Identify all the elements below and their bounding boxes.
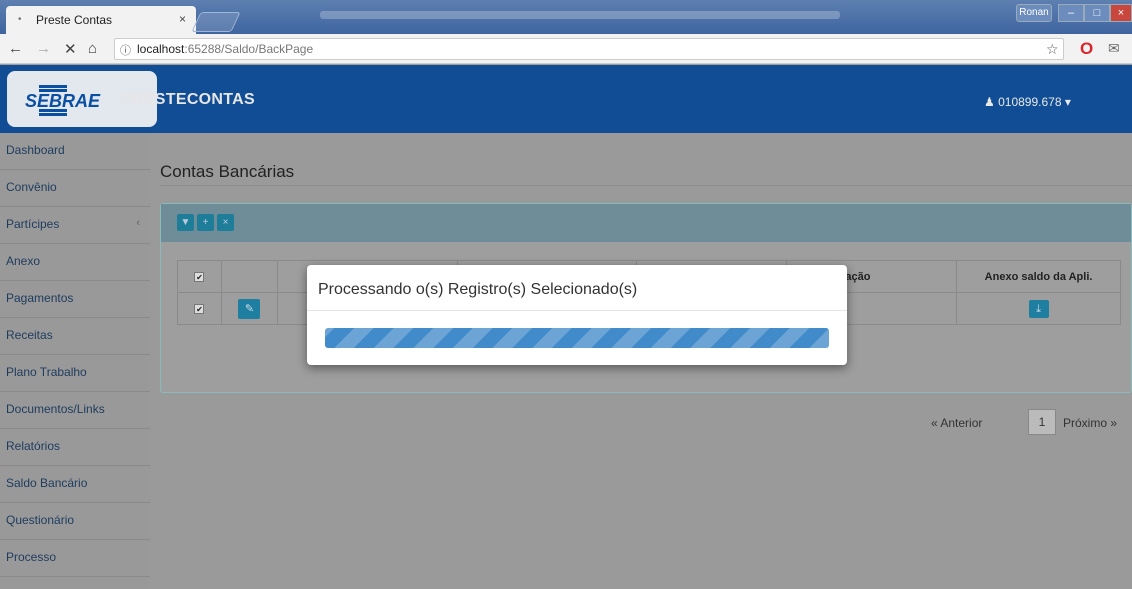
- window-title-blur: [320, 11, 840, 19]
- home-icon[interactable]: ⌂: [88, 40, 97, 57]
- sidebar-item-plano-trabalho[interactable]: Plano Trabalho: [0, 355, 150, 392]
- opera-icon[interactable]: O: [1080, 39, 1093, 59]
- delete-button[interactable]: ×: [217, 214, 234, 231]
- sidebar-item-label: Documentos/Links: [6, 402, 105, 416]
- user-icon: ♟: [984, 95, 995, 109]
- back-icon[interactable]: ←: [8, 40, 23, 57]
- user-name: 010899.678: [998, 95, 1062, 109]
- filter-button[interactable]: ▼: [177, 214, 194, 231]
- browser-tabbar: • Preste Contas × Ronan – □ ×: [0, 0, 1132, 34]
- profile-button[interactable]: Ronan: [1016, 4, 1052, 22]
- times-icon: ×: [222, 217, 229, 228]
- page-favicon-icon: •: [18, 14, 22, 25]
- sidebar-item-label: Saldo Bancário: [6, 476, 88, 490]
- pager-page-1[interactable]: 1: [1028, 409, 1056, 435]
- anexo-cell: ⤓: [956, 292, 1121, 325]
- pencil-icon: ✎: [244, 302, 255, 315]
- sidebar-item-label: Receitas: [6, 328, 53, 342]
- app-header: SEBRAE PRESTECONTAS ♟ 010899.678 ▾: [0, 65, 1132, 133]
- sidebar-item-receitas[interactable]: Receitas: [0, 318, 150, 355]
- bookmark-star-icon[interactable]: ☆: [1046, 41, 1059, 58]
- url-host: localhost: [137, 42, 185, 56]
- sidebar-item-relatorios[interactable]: Relatórios: [0, 429, 150, 466]
- select-all-cell: ✔: [177, 260, 222, 293]
- sidebar-item-label: Plano Trabalho: [6, 365, 87, 379]
- row-select-cell: ✔: [177, 292, 222, 325]
- logo-bars-top: [39, 85, 67, 88]
- pager-next[interactable]: Próximo »: [1063, 416, 1117, 430]
- caret-down-icon: ▾: [1064, 95, 1071, 109]
- new-tab-button[interactable]: [191, 12, 241, 32]
- maximize-button[interactable]: □: [1084, 4, 1110, 22]
- browser-tab[interactable]: • Preste Contas ×: [6, 6, 196, 34]
- sidebar-item-label: Partícipes: [6, 217, 60, 231]
- row-actions-cell: ✎: [220, 292, 278, 325]
- sidebar-item-participes[interactable]: Partícipes ‹: [0, 207, 150, 244]
- chevron-left-icon: ‹: [136, 217, 140, 229]
- close-window-button[interactable]: ×: [1110, 4, 1132, 22]
- url-path: :65288/Saldo/BackPage: [184, 42, 314, 56]
- sidebar-item-dashboard[interactable]: Dashboard: [0, 133, 150, 170]
- select-all-checkbox[interactable]: ✔: [194, 271, 205, 282]
- logo-bars-bottom: [39, 113, 67, 116]
- sidebar-item-anexo[interactable]: Anexo: [0, 244, 150, 281]
- logo-text: SEBRAE: [25, 91, 101, 111]
- sidebar-item-processo[interactable]: Processo: [0, 540, 150, 577]
- column-header-anexo: Anexo saldo da Apli.: [956, 260, 1121, 293]
- sidebar-item-label: Questionário: [6, 513, 75, 527]
- row-checkbox[interactable]: ✔: [194, 303, 205, 314]
- sidebar-item-pagamentos[interactable]: Pagamentos: [0, 281, 150, 318]
- actions-header: [220, 260, 278, 293]
- sidebar-item-label: Anexo: [6, 254, 41, 268]
- forward-icon[interactable]: →: [36, 40, 51, 57]
- title-divider: [160, 185, 1132, 186]
- sidebar-item-label: Dashboard: [6, 143, 65, 157]
- progress-bar: [325, 328, 829, 348]
- add-button[interactable]: +: [197, 214, 214, 231]
- address-bar-row: ← → ✕ ⌂ ⓘ localhost:65288/Saldo/BackPage…: [0, 34, 1132, 64]
- plus-icon: +: [202, 217, 209, 228]
- sidebar-item-documentos[interactable]: Documentos/Links: [0, 392, 150, 429]
- info-icon[interactable]: ⓘ: [120, 42, 131, 58]
- tab-close-icon[interactable]: ×: [179, 12, 186, 26]
- minimize-button[interactable]: –: [1058, 4, 1084, 22]
- sidebar-item-questionario[interactable]: Questionário: [0, 503, 150, 540]
- filter-icon: ▼: [180, 217, 191, 228]
- page-title: Contas Bancárias: [160, 162, 295, 181]
- download-icon: ⤓: [1036, 302, 1041, 315]
- sidebar-item-label: Convênio: [6, 180, 57, 194]
- sidebar-item-label: Relatórios: [6, 439, 61, 453]
- sidebar-item-label: Processo: [6, 550, 57, 564]
- download-button[interactable]: ⤓: [1028, 299, 1049, 318]
- edit-button[interactable]: ✎: [238, 298, 261, 319]
- sidebar: Dashboard Convênio Partícipes ‹ Anexo Pag…: [0, 133, 150, 589]
- url-field[interactable]: ⓘ localhost:65288/Saldo/BackPage: [114, 38, 1064, 60]
- user-menu[interactable]: ♟ 010899.678 ▾: [984, 95, 1071, 109]
- panel-toolbar: ▼ + ×: [161, 204, 1131, 242]
- processing-modal: Processando o(s) Registro(s) Selecionado…: [307, 265, 847, 365]
- app-brand: PRESTECONTAS: [121, 91, 255, 108]
- extension-icon[interactable]: ✉: [1108, 40, 1120, 57]
- modal-divider: [307, 310, 847, 311]
- modal-title: Processando o(s) Registro(s) Selecionado…: [318, 281, 638, 298]
- sidebar-item-saldo-bancario[interactable]: Saldo Bancário: [0, 466, 150, 503]
- stop-icon[interactable]: ✕: [64, 40, 77, 58]
- sidebar-item-convenio[interactable]: Convênio: [0, 170, 150, 207]
- pager-previous[interactable]: « Anterior: [931, 416, 982, 430]
- sidebar-item-label: Pagamentos: [6, 291, 74, 305]
- tab-title: Preste Contas: [36, 13, 113, 27]
